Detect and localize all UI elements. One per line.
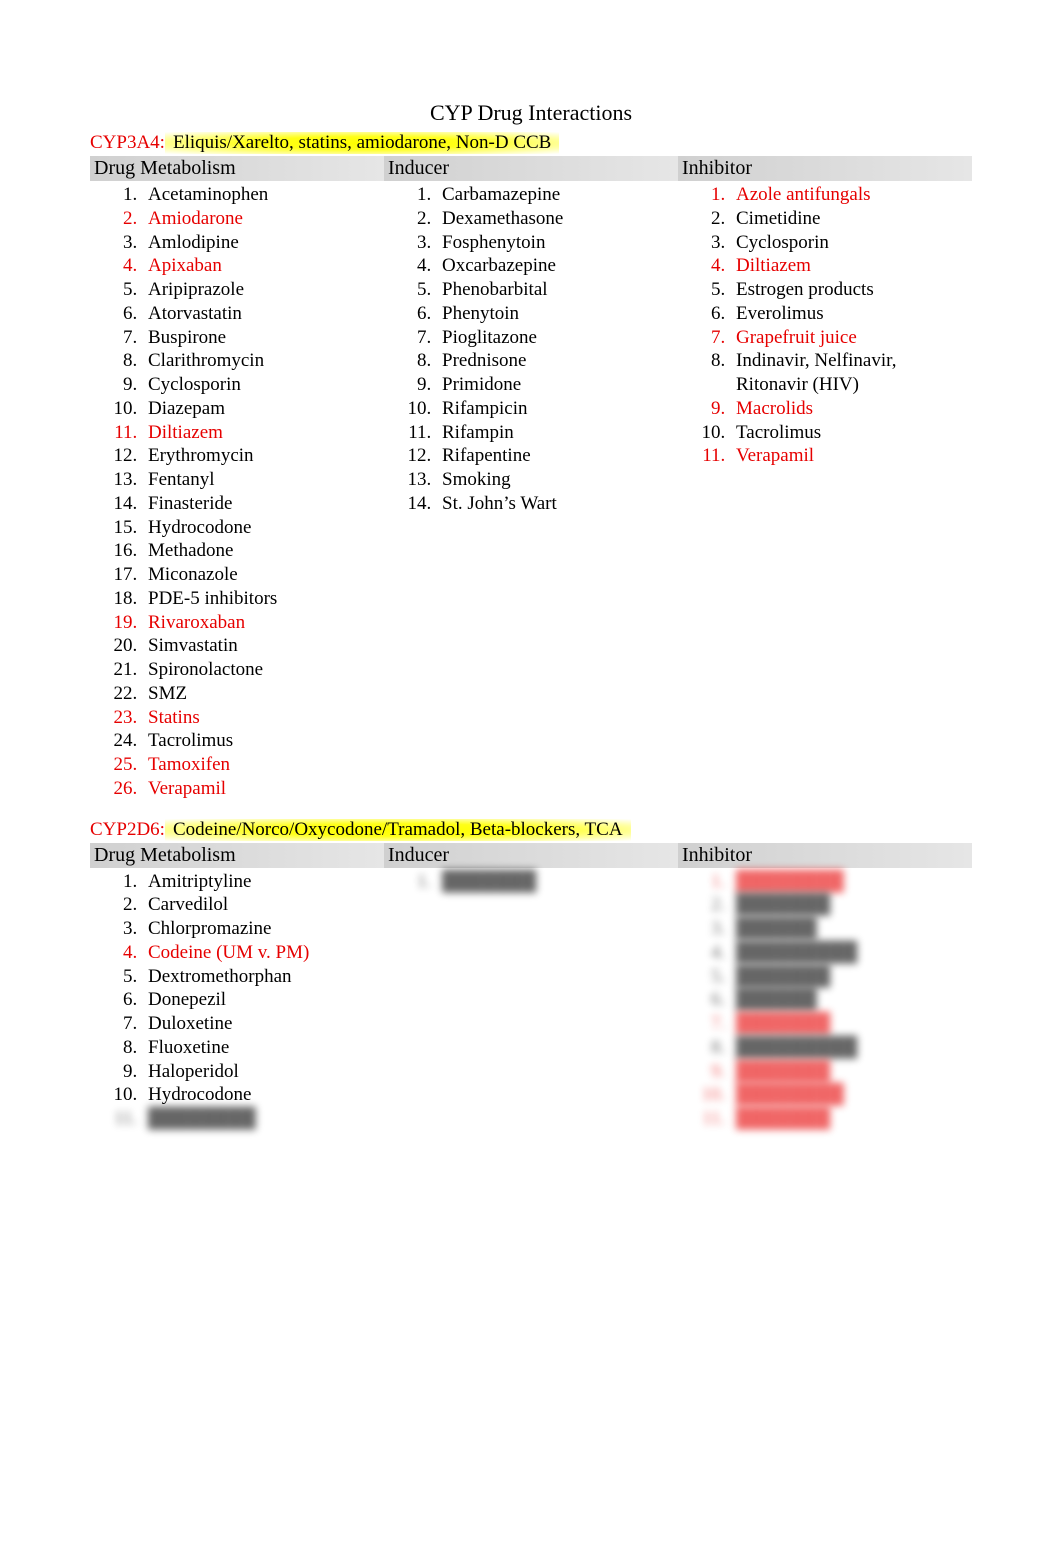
list-item: Primidone	[436, 373, 678, 397]
list-item: Apixaban	[142, 254, 384, 278]
drug-list: ████████████████████████████████████████…	[678, 870, 972, 1131]
list-item: St. John’s Wart	[436, 492, 678, 516]
list-item: Carbamazepine	[436, 183, 678, 207]
drug-list: AcetaminophenAmiodaroneAmlodipineApixaba…	[90, 183, 384, 801]
list-item: SMZ	[142, 682, 384, 706]
list-item: Acetaminophen	[142, 183, 384, 207]
column-metabolism: Drug MetabolismAmitriptylineCarvedilolCh…	[90, 843, 384, 1131]
list-item: Chlorpromazine	[142, 917, 384, 941]
list-item: Aripiprazole	[142, 278, 384, 302]
column-inhibitor: Inhibitor███████████████████████████████…	[678, 843, 972, 1131]
list-item: Pioglitazone	[436, 326, 678, 350]
column-inducer: Inducer███████	[384, 843, 678, 1131]
list-item: Macrolids	[730, 397, 972, 421]
list-item: ████████	[730, 870, 972, 894]
list-item: ███████	[730, 965, 972, 989]
list-item: Indinavir, Nelfinavir, Ritonavir (HIV)	[730, 349, 972, 397]
list-item: Codeine (UM v. PM)	[142, 941, 384, 965]
list-item: Donepezil	[142, 988, 384, 1012]
list-item: Hydrocodone	[142, 1083, 384, 1107]
enzyme-name: CYP2D6:	[90, 819, 165, 841]
list-item: Azole antifungals	[730, 183, 972, 207]
section-label: CYP2D6:Codeine/Norco/Oxycodone/Tramadol,…	[90, 819, 972, 841]
drug-list: ███████	[384, 870, 678, 894]
list-item: Methadone	[142, 539, 384, 563]
column-header: Inhibitor	[678, 843, 972, 868]
drug-list: Azole antifungalsCimetidineCyclosporinDi…	[678, 183, 972, 468]
list-item: Everolimus	[730, 302, 972, 326]
list-item: Dexamethasone	[436, 207, 678, 231]
enzyme-name: CYP3A4:	[90, 132, 165, 154]
list-item: Buspirone	[142, 326, 384, 350]
list-item: Phenytoin	[436, 302, 678, 326]
list-item: Atorvastatin	[142, 302, 384, 326]
list-item: Oxcarbazepine	[436, 254, 678, 278]
list-item: Fosphenytoin	[436, 231, 678, 255]
page-title: CYP Drug Interactions	[90, 100, 972, 126]
list-item: █████████	[730, 941, 972, 965]
list-item: ████████	[730, 1083, 972, 1107]
list-item: Diltiazem	[142, 421, 384, 445]
drug-list: CarbamazepineDexamethasoneFosphenytoinOx…	[384, 183, 678, 516]
list-item: Rifampin	[436, 421, 678, 445]
column-header: Drug Metabolism	[90, 156, 384, 181]
list-item: Phenobarbital	[436, 278, 678, 302]
list-item: ████████	[142, 1107, 384, 1131]
list-item: Estrogen products	[730, 278, 972, 302]
list-item: Statins	[142, 706, 384, 730]
list-item: Hydrocodone	[142, 516, 384, 540]
column-header: Inducer	[384, 843, 678, 868]
list-item: Cyclosporin	[730, 231, 972, 255]
enzyme-summary: Eliquis/Xarelto, statins, amiodarone, No…	[165, 132, 559, 154]
list-item: Amlodipine	[142, 231, 384, 255]
list-item: Haloperidol	[142, 1060, 384, 1084]
list-item: Dextromethorphan	[142, 965, 384, 989]
section-label: CYP3A4:Eliquis/Xarelto, statins, amiodar…	[90, 132, 972, 154]
list-item: Rivaroxaban	[142, 611, 384, 635]
list-item: Tacrolimus	[730, 421, 972, 445]
list-item: Miconazole	[142, 563, 384, 587]
list-item: Cyclosporin	[142, 373, 384, 397]
list-item: Grapefruit juice	[730, 326, 972, 350]
column-inhibitor: InhibitorAzole antifungalsCimetidineCycl…	[678, 156, 972, 801]
list-item: ██████	[730, 917, 972, 941]
list-item: Clarithromycin	[142, 349, 384, 373]
list-item: Simvastatin	[142, 634, 384, 658]
column-header: Inducer	[384, 156, 678, 181]
list-item: Prednisone	[436, 349, 678, 373]
list-item: ███████	[730, 1107, 972, 1131]
list-item: ███████	[730, 1060, 972, 1084]
list-item: Verapamil	[730, 444, 972, 468]
drug-list: AmitriptylineCarvedilolChlorpromazineCod…	[90, 870, 384, 1131]
list-item: Amitriptyline	[142, 870, 384, 894]
list-item: Amiodarone	[142, 207, 384, 231]
list-item: ███████	[436, 870, 678, 894]
list-item: Verapamil	[142, 777, 384, 801]
list-item: Tacrolimus	[142, 729, 384, 753]
list-item: Fluoxetine	[142, 1036, 384, 1060]
list-item: ███████	[730, 893, 972, 917]
list-item: Fentanyl	[142, 468, 384, 492]
list-item: Carvedilol	[142, 893, 384, 917]
list-item: Duloxetine	[142, 1012, 384, 1036]
list-item: █████████	[730, 1036, 972, 1060]
list-item: Erythromycin	[142, 444, 384, 468]
list-item: Cimetidine	[730, 207, 972, 231]
list-item: PDE-5 inhibitors	[142, 587, 384, 611]
list-item: Spironolactone	[142, 658, 384, 682]
list-item: Rifapentine	[436, 444, 678, 468]
column-header: Inhibitor	[678, 156, 972, 181]
list-item: ██████	[730, 988, 972, 1012]
list-item: Finasteride	[142, 492, 384, 516]
list-item: Rifampicin	[436, 397, 678, 421]
list-item: Tamoxifen	[142, 753, 384, 777]
list-item: ███████	[730, 1012, 972, 1036]
column-header: Drug Metabolism	[90, 843, 384, 868]
column-inducer: InducerCarbamazepineDexamethasoneFosphen…	[384, 156, 678, 801]
list-item: Smoking	[436, 468, 678, 492]
enzyme-summary: Codeine/Norco/Oxycodone/Tramadol, Beta-b…	[165, 819, 631, 841]
list-item: Diltiazem	[730, 254, 972, 278]
list-item: Diazepam	[142, 397, 384, 421]
column-metabolism: Drug MetabolismAcetaminophenAmiodaroneAm…	[90, 156, 384, 801]
